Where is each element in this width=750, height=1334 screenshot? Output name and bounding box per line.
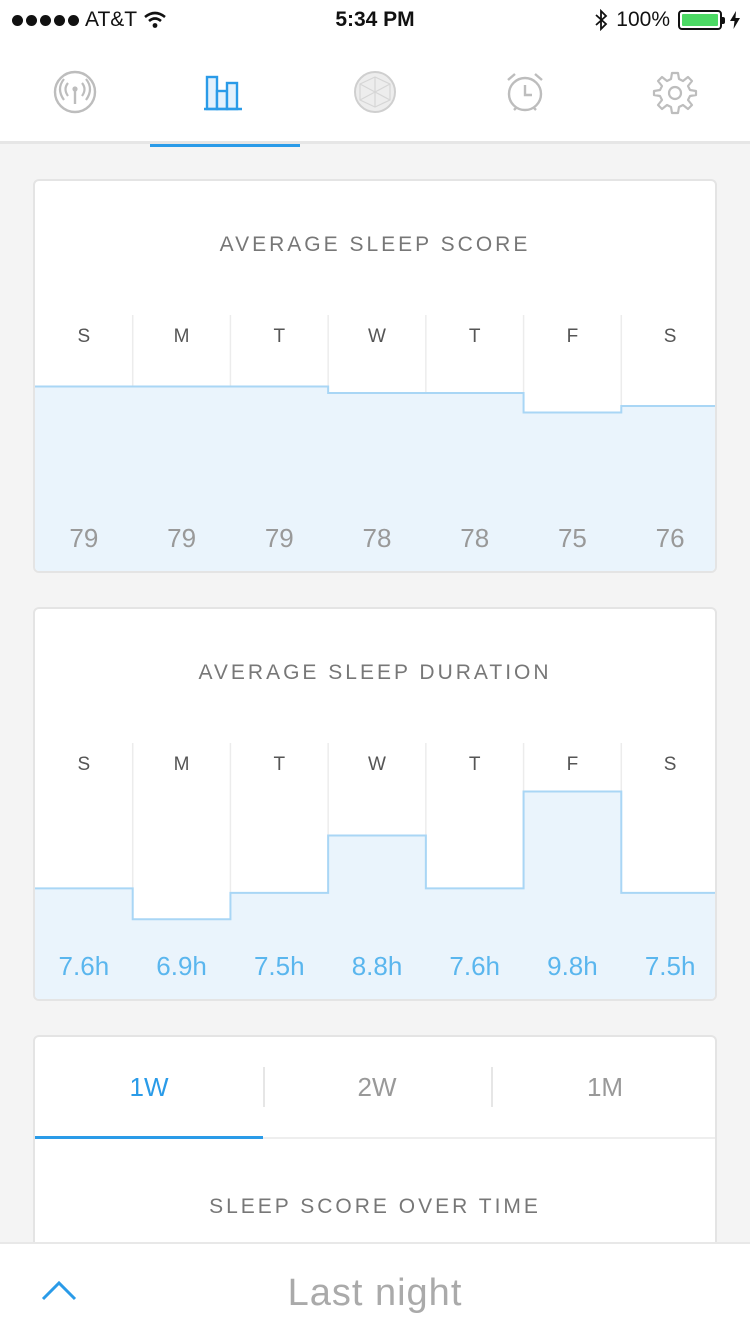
sphere-icon bbox=[354, 71, 396, 113]
day-label: W bbox=[368, 326, 386, 347]
battery-icon bbox=[678, 10, 725, 30]
day-label: M bbox=[174, 754, 190, 775]
alarm-clock-icon bbox=[507, 73, 543, 112]
bar-chart-icon bbox=[204, 75, 242, 111]
day-label: S bbox=[78, 754, 91, 775]
chart-bar bbox=[35, 888, 134, 999]
value-label: 78 bbox=[460, 523, 489, 553]
average-sleep-duration-card: AVERAGE SLEEP DURATION S 7.6h M 6.9h T 7.5h W 8… bbox=[33, 607, 717, 1001]
day-label: M bbox=[174, 326, 190, 347]
duration-chart-svg: S 7.6h M 6.9h T 7.5h W 8.8h T 7.6h F 9.8h S 7.5h bbox=[35, 743, 715, 999]
value-label: 78 bbox=[363, 523, 392, 553]
value-label: 6.9h bbox=[156, 951, 207, 981]
tab-alarm[interactable] bbox=[450, 40, 600, 144]
tab-trends[interactable] bbox=[150, 40, 300, 147]
range-tabs: 1W 2W 1M bbox=[35, 1037, 715, 1139]
app-root: AT&T 5:34 PM 100% AVERAGE SLEEP SCORE S … bbox=[0, 0, 750, 1334]
tab-settings[interactable] bbox=[600, 40, 750, 144]
charging-bolt-icon bbox=[730, 11, 740, 29]
day-label: S bbox=[664, 754, 677, 775]
score-chart-svg: S 79 M 79 T 79 W 78 T 78 F 75 S 76 bbox=[35, 315, 715, 571]
antenna-icon bbox=[53, 70, 97, 114]
battery-percent: 100% bbox=[616, 8, 670, 31]
value-label: 79 bbox=[265, 523, 294, 553]
score-over-time-title: SLEEP SCORE OVER TIME bbox=[209, 1195, 541, 1218]
range-tab-1w[interactable]: 1W bbox=[35, 1037, 263, 1139]
chart-bar bbox=[425, 888, 525, 999]
day-label: F bbox=[567, 754, 579, 775]
bottom-bar[interactable]: Last night bbox=[0, 1242, 750, 1334]
day-label: T bbox=[469, 754, 481, 775]
value-label: 76 bbox=[656, 523, 685, 553]
range-tab-2w[interactable]: 2W bbox=[263, 1037, 491, 1137]
value-label: 79 bbox=[167, 523, 196, 553]
value-label: 7.5h bbox=[254, 951, 305, 981]
value-label: 7.5h bbox=[645, 951, 696, 981]
day-label: S bbox=[664, 326, 677, 347]
range-tab-1m[interactable]: 1M bbox=[491, 1037, 715, 1137]
value-label: 75 bbox=[558, 523, 587, 553]
tab-sleep-pill[interactable] bbox=[300, 40, 450, 144]
status-right: 100% bbox=[594, 8, 740, 32]
average-sleep-score-card: AVERAGE SLEEP SCORE S 79 M 79 T 79 W 78 T 78 F 75 S 7… bbox=[33, 179, 717, 573]
value-label: 8.8h bbox=[352, 951, 403, 981]
day-label: T bbox=[469, 326, 481, 347]
last-night-title: Last night bbox=[287, 1272, 463, 1314]
value-label: 79 bbox=[69, 523, 98, 553]
tab-sensor[interactable] bbox=[0, 40, 150, 144]
gear-icon bbox=[652, 71, 698, 115]
top-nav bbox=[0, 40, 750, 147]
day-label: S bbox=[78, 326, 91, 347]
value-label: 7.6h bbox=[59, 951, 110, 981]
day-label: T bbox=[273, 754, 285, 775]
bluetooth-icon bbox=[595, 9, 608, 31]
status-bar: AT&T 5:34 PM 100% bbox=[0, 0, 750, 40]
day-label: T bbox=[273, 326, 285, 347]
day-label: F bbox=[567, 326, 579, 347]
chart-bar bbox=[621, 892, 715, 999]
value-label: 7.6h bbox=[449, 951, 500, 981]
chart-bar bbox=[230, 892, 329, 999]
day-label: W bbox=[368, 754, 386, 775]
value-label: 9.8h bbox=[547, 951, 598, 981]
